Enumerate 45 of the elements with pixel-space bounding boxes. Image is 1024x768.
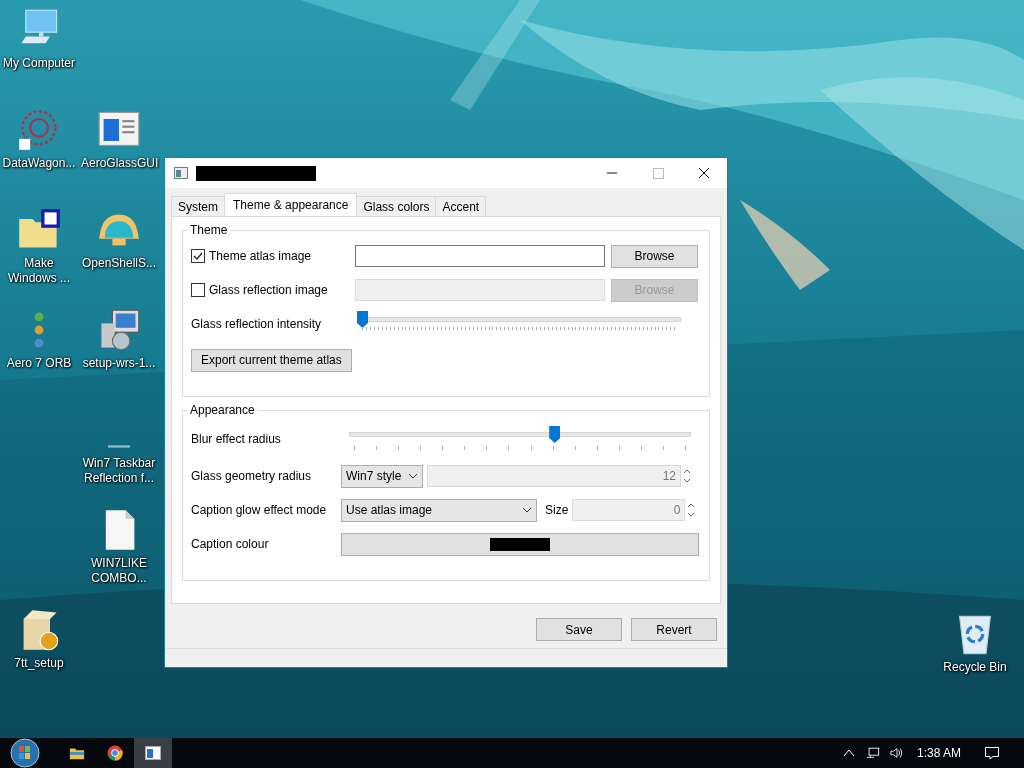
tab[interactable]: Theme & appearance [224,193,358,216]
icon-label: Recycle Bin [942,660,1008,675]
group-title: Theme [189,223,229,237]
clock[interactable]: 1:38 AM [916,746,961,760]
field-label: Glass geometry radius [191,469,313,483]
notification-icon[interactable] [984,746,1000,760]
icon-label: OpenShellS... [81,256,157,271]
export-button[interactable]: Export current theme atlas [191,348,352,372]
tab[interactable]: System [171,196,225,216]
network-icon[interactable] [865,746,880,760]
caret-icon [522,507,532,513]
icon-label: setup-wrs-1... [81,356,157,371]
colour-button[interactable] [341,532,699,556]
checkbox[interactable] [191,249,205,263]
taskbar-button[interactable] [134,738,172,768]
icon-label: Aero 7 ORB [5,356,73,371]
slider-thumb[interactable] [549,426,561,443]
browse-button[interactable]: Browse [611,244,698,268]
icon-label: Make Windows ... [7,256,71,286]
icon-label: 7tt_setup [13,656,65,671]
icon-label: Win7 Taskbar Reflection f... [81,456,157,486]
field-label: Caption glow effect mode [191,503,328,517]
group-title: Appearance [189,403,256,417]
browser-icon [107,745,123,761]
window-icon [145,745,161,761]
revert-button[interactable]: Revert [631,618,717,641]
path-field[interactable] [355,245,605,267]
save-button[interactable]: Save [536,618,622,641]
icon-label: AeroGlassGUI [81,156,157,171]
caret-icon [408,473,418,479]
slider-label: Blur effect radius [191,432,282,446]
slider-label: Glass reflection intensity [191,317,323,331]
app-icon [174,167,188,179]
icon-label: WIN7LIKE COMBO... [90,556,148,586]
checkbox-label: Glass reflection image [209,283,328,297]
icon-label: DataWagon... [1,156,77,171]
field-label: Size [545,503,569,517]
checkbox-label: Theme atlas image [209,249,312,263]
start-orb-icon[interactable] [10,738,40,768]
volume-icon[interactable] [889,746,904,760]
icon-label: My Computer [2,56,76,71]
blur-slider[interactable] [349,426,691,452]
slider-thumb[interactable] [357,311,368,328]
tab[interactable]: Accent [435,196,487,216]
field-label: Caption colour [191,537,270,551]
